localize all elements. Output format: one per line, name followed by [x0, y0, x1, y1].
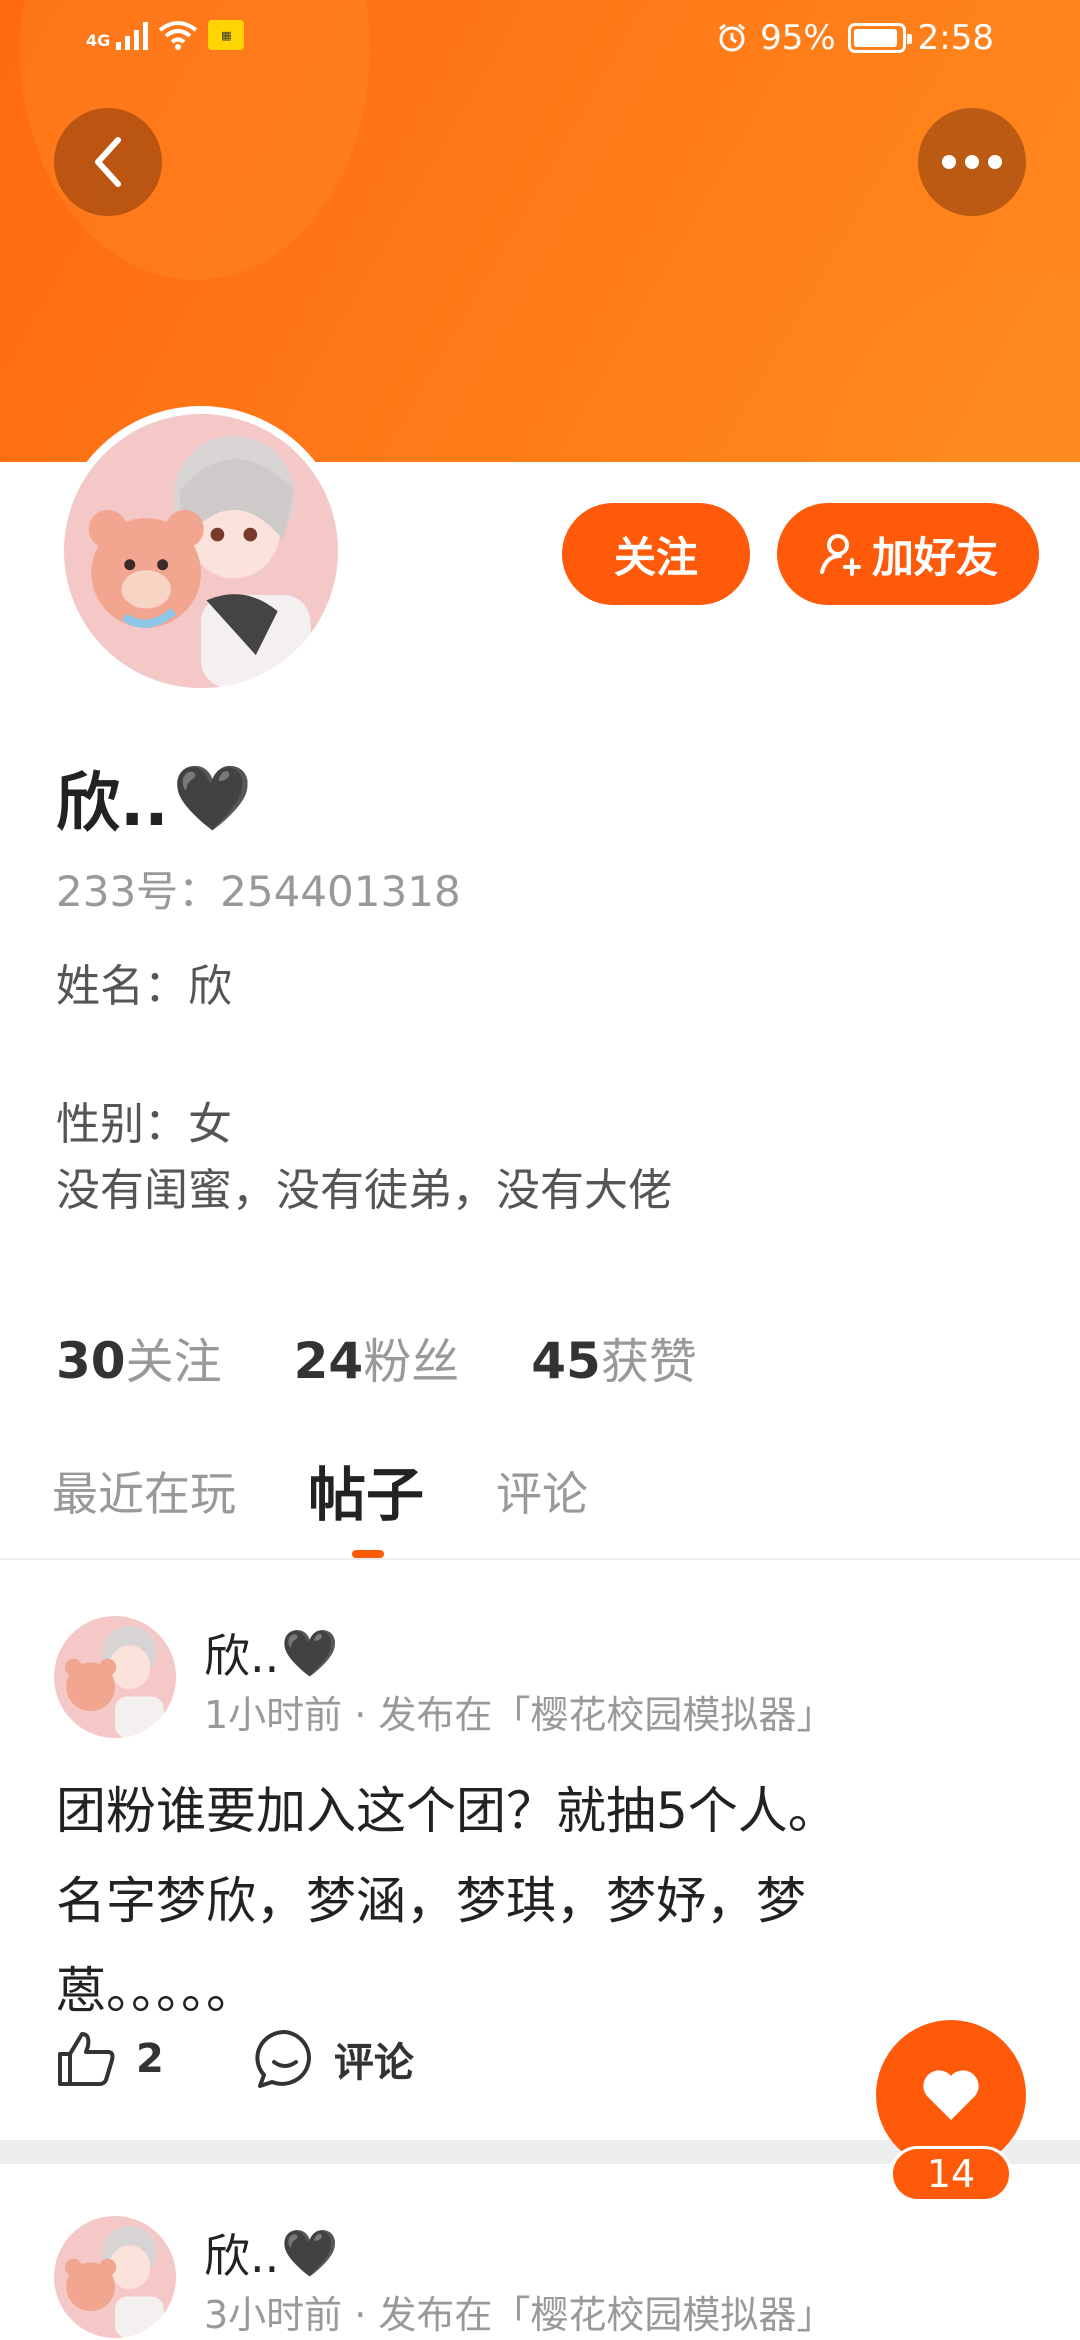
- network-type: 4G: [86, 31, 111, 50]
- post-body-line: 团粉谁要加入这个团？就抽5个人。: [56, 1782, 838, 1840]
- chevron-left-icon: [95, 137, 121, 187]
- battery-percent: 95%: [760, 18, 836, 58]
- app-notification-icon: ▦: [208, 20, 245, 50]
- followers-stat[interactable]: 24 粉丝: [294, 1322, 460, 1392]
- add-friend-button[interactable]: 加好友: [777, 503, 1039, 605]
- bio-line: 没有闺蜜，没有徒弟，没有大佬: [56, 1165, 672, 1216]
- post-card[interactable]: 欣.. 🖤 3小时前 · 发布在「樱花校园模拟器」: [0, 2200, 1080, 2340]
- profile-tabs: 最近在玩 帖子 评论: [0, 1440, 1080, 1560]
- clock: 2:58: [917, 18, 994, 58]
- bio-line: 性别：女: [56, 1099, 232, 1150]
- post-body[interactable]: 团粉谁要加入这个团？就抽5个人。 名字梦欣，梦涵，梦琪，梦妤，梦 蒽。。。。。: [56, 1766, 936, 2036]
- signal-icon: [116, 20, 149, 50]
- active-tab-indicator: [352, 1550, 384, 1558]
- more-options-button[interactable]: [918, 108, 1026, 216]
- comment-button[interactable]: 评论: [254, 2028, 414, 2090]
- profile-name: 欣.. 🖤: [56, 761, 253, 842]
- following-stat[interactable]: 30 关注: [56, 1322, 222, 1392]
- like-count: 2: [136, 2036, 164, 2082]
- back-button[interactable]: [54, 108, 162, 216]
- post-author-name[interactable]: 欣.. 🖤: [204, 2220, 339, 2286]
- post-meta: 3小时前 · 发布在「樱花校园模拟器」: [204, 2293, 835, 2337]
- tab-posts[interactable]: 帖子: [308, 1448, 424, 1532]
- likes-stat[interactable]: 45 获赞: [531, 1322, 697, 1392]
- black-heart-emoji: 🖤: [172, 761, 253, 836]
- post-author-avatar[interactable]: [54, 1616, 176, 1738]
- wifi-icon: [159, 21, 198, 50]
- battery-icon: [847, 23, 912, 53]
- avatar-image: [64, 414, 338, 688]
- follow-button[interactable]: 关注: [562, 503, 750, 605]
- alarm-icon: [719, 23, 745, 52]
- post-author-avatar[interactable]: [54, 2216, 176, 2338]
- like-button[interactable]: 2: [56, 2030, 164, 2088]
- bio-line: [56, 1024, 672, 1088]
- comment-label: 评论: [333, 2040, 414, 2086]
- add-friend-label: 加好友: [871, 532, 998, 582]
- add-user-icon: [819, 534, 861, 576]
- post-body-line: 蒽。。。。。: [56, 1962, 256, 2020]
- thumbs-up-icon: [58, 2032, 115, 2086]
- profile-stats: 30 关注 24 粉丝 45 获赞: [56, 1322, 697, 1392]
- profile-avatar[interactable]: [56, 406, 346, 696]
- comment-icon: [255, 2029, 311, 2088]
- black-heart-emoji: 🖤: [281, 1625, 339, 1680]
- profile-bio: 姓名：欣 性别：女 没有闺蜜，没有徒弟，没有大佬: [56, 950, 672, 1228]
- tab-comments[interactable]: 评论: [496, 1458, 588, 1524]
- tab-recently-played[interactable]: 最近在玩: [52, 1458, 236, 1524]
- status-bar: 4G ▦ 95% 2:58: [0, 0, 1080, 80]
- black-heart-emoji: 🖤: [281, 2225, 339, 2280]
- floating-like-count: 14: [890, 2146, 1012, 2202]
- bio-line: 姓名：欣: [56, 961, 232, 1012]
- heart-icon: [923, 2070, 979, 2120]
- post-meta: 1小时前 · 发布在「樱花校园模拟器」: [204, 1693, 835, 1737]
- follow-label: 关注: [613, 532, 698, 582]
- post-actions: 2 评论: [56, 2028, 504, 2090]
- post-author-name[interactable]: 欣.. 🖤: [204, 1620, 339, 1686]
- user-id: 233号：254401318: [56, 867, 461, 916]
- more-dots-icon: [942, 155, 1002, 169]
- post-body-line: 名字梦欣，梦涵，梦琪，梦妤，梦: [56, 1872, 806, 1930]
